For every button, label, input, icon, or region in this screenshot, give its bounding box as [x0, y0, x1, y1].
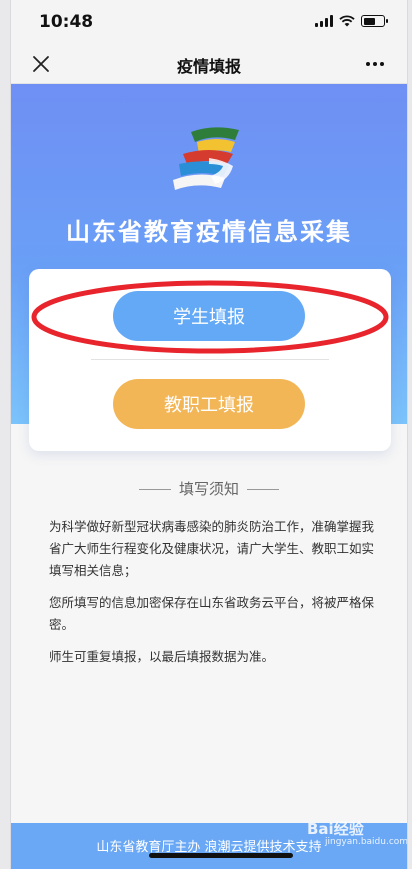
notice-paragraph: 您所填写的信息加密保存在山东省政务云平台，将被严格保密。 [49, 595, 375, 632]
role-select-card: 学生填报 教职工填报 [29, 269, 391, 451]
notice-paragraph: 师生可重复填报，以最后填报数据为准。 [49, 649, 275, 664]
staff-report-button[interactable]: 教职工填报 [113, 379, 305, 429]
watermark-url: jingyan.baidu.com [325, 837, 408, 847]
battery-icon [361, 15, 388, 27]
hero-title: 山东省教育疫情信息采集 [66, 218, 352, 246]
status-time: 10:48 [39, 12, 94, 32]
status-icons [315, 15, 388, 27]
watermark: Bai经验 jingyan.baidu.com [307, 818, 408, 847]
heading-line-left [138, 489, 171, 490]
status-bar: 10:48 [11, 0, 407, 44]
card-divider [91, 359, 329, 360]
more-button[interactable] [361, 52, 389, 76]
notice-heading-text: 填写须知 [178, 480, 239, 498]
notice-paragraph: 为科学做好新型冠状病毒感染的肺炎防治工作，准确掌握我省广大师生行程变化及健康状况… [49, 519, 375, 578]
page-title: 疫情填报 [176, 57, 241, 76]
signal-icon [315, 15, 333, 27]
home-indicator [149, 853, 293, 858]
watermark-brand: Bai经验 [307, 820, 364, 838]
phone-screen: 10:48 疫情填报 山东省教育疫情信息采集 学生填报 教职工填报 填写须知 为… [10, 0, 408, 869]
heading-line-right [247, 489, 279, 490]
nav-bar: 疫情填报 [11, 44, 407, 84]
notice-heading: 填写须知 [11, 478, 407, 499]
logo-icon [173, 127, 239, 190]
student-report-button[interactable]: 学生填报 [113, 291, 305, 341]
more-icon [366, 62, 370, 66]
wifi-icon [339, 15, 355, 27]
